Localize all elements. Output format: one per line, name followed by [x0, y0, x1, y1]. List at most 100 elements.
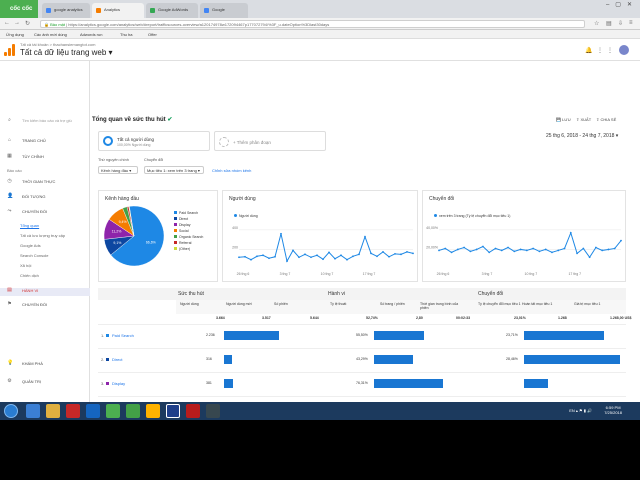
data-point[interactable] — [340, 254, 342, 257]
pie-legend-item[interactable]: Direct — [174, 217, 188, 221]
data-point[interactable] — [494, 247, 497, 250]
data-point[interactable] — [532, 247, 535, 250]
sidebar-item-1[interactable]: ▦ TÙY CHỈNH — [0, 154, 90, 162]
data-point[interactable] — [488, 251, 491, 254]
sidebar-item-11[interactable]: Chiến dịch — [0, 273, 90, 281]
pie-legend-item[interactable]: Social — [174, 229, 189, 233]
bookmark-apps[interactable]: Ứng dụng — [6, 32, 24, 37]
data-point[interactable] — [274, 255, 276, 258]
table-row[interactable]: 3. Display 381 76,31% — [98, 372, 626, 396]
column-header[interactable]: Người dùng mới — [226, 302, 272, 306]
more-icon[interactable]: ⋮ — [607, 47, 613, 54]
ie-icon[interactable] — [26, 404, 40, 418]
data-point[interactable] — [594, 246, 597, 249]
data-point[interactable] — [334, 257, 336, 260]
browser-brand[interactable]: cốc cốc — [0, 0, 38, 18]
data-point[interactable] — [400, 253, 402, 256]
conversion-select[interactable]: Mục tiêu 1: xem trên 3 trang ▾ — [144, 166, 204, 174]
sidebar-item-0[interactable]: ⌂ TRANG CHỦ — [0, 138, 90, 146]
data-point[interactable] — [507, 246, 509, 249]
pie-legend-item[interactable]: Referral — [174, 241, 191, 245]
data-point[interactable] — [607, 248, 610, 251]
data-point[interactable] — [582, 247, 585, 250]
data-point[interactable] — [238, 256, 240, 259]
data-point[interactable] — [475, 248, 478, 251]
notification-icon[interactable]: 🔔 — [585, 47, 592, 54]
sidebar-item-3[interactable]: ◷ THỜI GIAN THỰC — [0, 179, 90, 187]
channel-link[interactable]: Paid Search — [112, 333, 134, 338]
data-point[interactable] — [557, 249, 560, 252]
data-point[interactable] — [576, 252, 578, 255]
system-tray[interactable]: EN ▴ ⚑ ▮ 🔊 — [569, 408, 592, 413]
data-point[interactable] — [601, 249, 604, 252]
data-point[interactable] — [469, 250, 472, 253]
view-selector[interactable]: Tất cả dữ liệu trang web ▾ — [20, 48, 113, 57]
data-point[interactable] — [412, 252, 414, 255]
add-segment-button[interactable]: + Thêm phân đoạn — [214, 131, 326, 151]
tab-analytics[interactable]: Analytics — [92, 3, 144, 18]
data-point[interactable] — [406, 250, 408, 253]
data-point[interactable] — [482, 245, 484, 248]
data-point[interactable] — [450, 251, 453, 254]
data-point[interactable] — [456, 248, 459, 251]
data-point[interactable] — [268, 257, 270, 260]
data-point[interactable] — [394, 252, 396, 255]
primary-dimension-select[interactable]: Kênh hàng đầu ▾ — [98, 166, 138, 174]
extension-icon[interactable]: ▤ — [606, 20, 612, 27]
data-point[interactable] — [250, 258, 252, 261]
data-point[interactable] — [463, 246, 466, 249]
data-point[interactable] — [544, 248, 547, 251]
tab-google-analytics[interactable]: google analytics — [42, 3, 90, 18]
tab-google[interactable]: Google — [200, 3, 248, 18]
data-point[interactable] — [538, 250, 541, 253]
data-point[interactable] — [563, 247, 566, 250]
address-bar[interactable]: 🔒 Bảo mật | https://analytics.google.com… — [40, 20, 585, 28]
channel-link[interactable]: Display — [112, 381, 125, 386]
edit-channel-group-link[interactable]: Chỉnh sửa nhóm kênh — [212, 168, 251, 173]
window-controls[interactable]: –▢✕ — [606, 1, 638, 8]
data-point[interactable] — [370, 252, 372, 255]
back-icon[interactable]: ← — [4, 20, 10, 26]
folder-icon[interactable] — [46, 404, 60, 418]
data-point[interactable] — [525, 249, 528, 252]
data-point[interactable] — [388, 255, 390, 258]
column-header[interactable]: Giá trị mục tiêu 1 — [574, 302, 620, 306]
pie-legend-item[interactable]: (Other) — [174, 247, 190, 251]
pie-legend-item[interactable]: Organic Search — [174, 235, 203, 239]
app-icon[interactable] — [146, 404, 160, 418]
data-point[interactable] — [500, 249, 503, 252]
column-header[interactable]: Tỷ lệ chuyển đổi mục tiêu 1 — [478, 302, 524, 306]
sidebar-item-6[interactable]: Tổng quan — [0, 223, 90, 231]
data-point[interactable] — [304, 253, 306, 256]
sidebar-item-13[interactable]: ⚑ CHUYỂN ĐỔI — [0, 302, 90, 310]
data-point[interactable] — [280, 232, 282, 235]
apps-grid-icon[interactable]: ⋮ — [597, 47, 603, 54]
segment-all-users[interactable]: Tất cả người dùng 100,00% Người dùng — [98, 131, 210, 151]
data-point[interactable] — [298, 256, 300, 259]
recorder-icon[interactable] — [186, 404, 200, 418]
pie-legend-item[interactable]: Paid Search — [174, 211, 198, 215]
bookmark-offer[interactable]: Offer — [148, 32, 157, 37]
share-button[interactable]: ⇧ CHIA SẺ — [596, 117, 616, 122]
data-point[interactable] — [352, 255, 354, 258]
data-point[interactable] — [382, 250, 384, 253]
breadcrumb[interactable]: Tất cả tài khoản > thachansiemangtot.com — [20, 42, 96, 47]
date-range-picker[interactable]: 25 thg 6, 2018 - 24 thg 7, 2018 ▾ — [546, 133, 618, 139]
media-player-icon[interactable] — [66, 404, 80, 418]
data-point[interactable] — [513, 250, 516, 253]
data-point[interactable] — [286, 260, 288, 263]
data-point[interactable] — [322, 258, 324, 261]
bookmark-adwords-run[interactable]: Adwords run — [80, 32, 102, 37]
data-point[interactable] — [346, 258, 348, 261]
data-point[interactable] — [376, 255, 378, 258]
sidebar-item-4[interactable]: 👤 ĐỐI TƯỢNG — [0, 194, 90, 202]
data-point[interactable] — [569, 231, 572, 234]
data-point[interactable] — [256, 255, 258, 258]
column-header[interactable]: Số phiên — [274, 302, 320, 306]
data-point[interactable] — [310, 256, 312, 259]
skype-icon[interactable] — [86, 404, 100, 418]
data-point[interactable] — [588, 256, 591, 259]
data-point[interactable] — [262, 254, 264, 257]
pie-legend-item[interactable]: Display — [174, 223, 190, 227]
sidebar-item-12[interactable]: ▤ HÀNH VI — [0, 288, 90, 296]
